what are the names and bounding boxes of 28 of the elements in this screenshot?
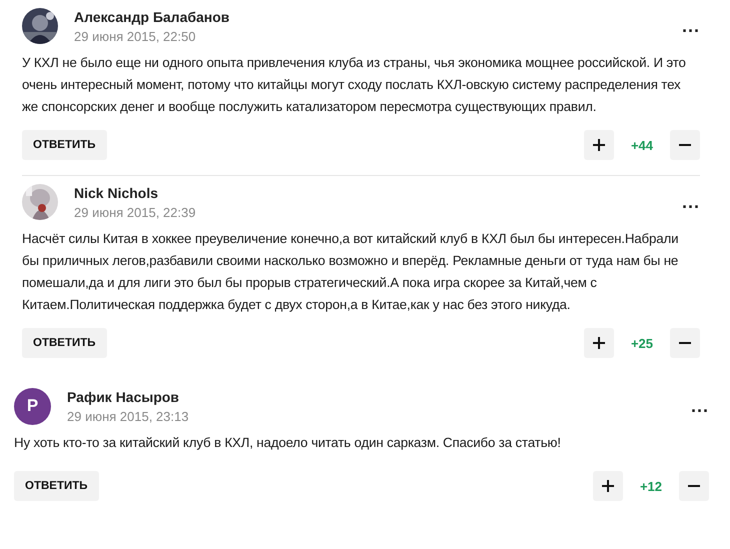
downvote-button[interactable] xyxy=(679,471,709,501)
downvote-button[interactable] xyxy=(670,328,700,358)
downvote-button[interactable] xyxy=(670,130,700,160)
plus-icon xyxy=(592,336,606,350)
more-button[interactable]: ... xyxy=(682,17,700,45)
upvote-button[interactable] xyxy=(584,328,614,358)
comment-date: 29 июня 2015, 22:50 xyxy=(74,28,197,44)
comment-text: Ну хоть кто-то за китайский клуб в КХЛ, надоело читать один сарказм. Спасибо за статью! xyxy=(14,434,562,452)
author-name: Александр Балабанов xyxy=(74,8,231,24)
plus-icon xyxy=(601,479,615,493)
comment-text: Насчёт силы Китая в хоккее преувеличение конечно,а вот китайский клуб в КХЛ был бы интересен.Набрали бы приличных легов,разбавили своими насколько возможно и вперёд. Рекламные деньги от туда нам бы не помешали,да и для лиги это был бы прорыв стратегический.А пока игра скорее за Китай,чем с Китаем.Политическая поддержка будет с двух сторон,а в Китае,как у нас без этого никуда. xyxy=(22,230,680,314)
comment-text: У КХЛ не было еще ни одного опыта привлечения клуба из страны, чья экономика мощнее российской. И это очень интересный момент, потому что китайцы могут сходу послать КХЛ-овскую систему распределения тех же спонсорских денег и вообще послужить катализатором пересмотра существующих правил. xyxy=(22,54,687,116)
vote-score: +44 xyxy=(630,138,654,152)
vote-score: +25 xyxy=(630,336,654,350)
reply-button[interactable]: ОТВЕТИТЬ xyxy=(22,328,107,358)
upvote-button[interactable] xyxy=(593,471,623,501)
more-button[interactable]: ... xyxy=(690,397,709,425)
comment-date: 29 июня 2015, 22:39 xyxy=(74,204,197,220)
reply-button[interactable]: ОТВЕТИТЬ xyxy=(14,471,99,501)
comment-date: 29 июня 2015, 23:13 xyxy=(67,408,190,424)
author-name: Nick Nichols xyxy=(74,184,160,200)
more-button[interactable]: ... xyxy=(682,193,700,221)
upvote-button[interactable] xyxy=(584,130,614,160)
avatar: Р xyxy=(14,388,51,424)
vote-score: +12 xyxy=(638,478,664,494)
reply-button[interactable]: ОТВЕТИТЬ xyxy=(22,130,107,160)
author-name: Рафик Насыров xyxy=(67,388,180,404)
plus-icon xyxy=(592,138,606,152)
